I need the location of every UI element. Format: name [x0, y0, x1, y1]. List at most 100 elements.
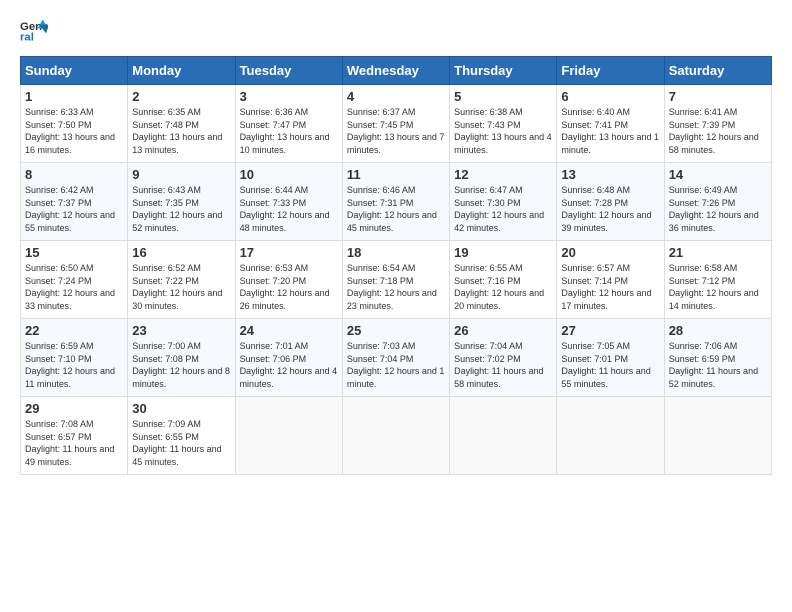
col-thursday: Thursday: [450, 57, 557, 85]
day-info: Sunrise: 6:41 AM Sunset: 7:39 PM Dayligh…: [669, 106, 767, 156]
day-cell: 19 Sunrise: 6:55 AM Sunset: 7:16 PM Dayl…: [450, 241, 557, 319]
col-friday: Friday: [557, 57, 664, 85]
day-cell: 10 Sunrise: 6:44 AM Sunset: 7:33 PM Dayl…: [235, 163, 342, 241]
day-cell: 5 Sunrise: 6:38 AM Sunset: 7:43 PM Dayli…: [450, 85, 557, 163]
day-info: Sunrise: 6:53 AM Sunset: 7:20 PM Dayligh…: [240, 262, 338, 312]
calendar-table: Sunday Monday Tuesday Wednesday Thursday…: [20, 56, 772, 475]
day-info: Sunrise: 6:36 AM Sunset: 7:47 PM Dayligh…: [240, 106, 338, 156]
empty-cell: [342, 397, 449, 475]
day-cell: 14 Sunrise: 6:49 AM Sunset: 7:26 PM Dayl…: [664, 163, 771, 241]
day-cell: 23 Sunrise: 7:00 AM Sunset: 7:08 PM Dayl…: [128, 319, 235, 397]
day-info: Sunrise: 6:42 AM Sunset: 7:37 PM Dayligh…: [25, 184, 123, 234]
day-cell: 22 Sunrise: 6:59 AM Sunset: 7:10 PM Dayl…: [21, 319, 128, 397]
day-number: 28: [669, 323, 767, 338]
day-number: 25: [347, 323, 445, 338]
day-cell: 24 Sunrise: 7:01 AM Sunset: 7:06 PM Dayl…: [235, 319, 342, 397]
empty-cell: [450, 397, 557, 475]
day-number: 24: [240, 323, 338, 338]
day-info: Sunrise: 7:00 AM Sunset: 7:08 PM Dayligh…: [132, 340, 230, 390]
day-cell: 13 Sunrise: 6:48 AM Sunset: 7:28 PM Dayl…: [557, 163, 664, 241]
day-cell: 16 Sunrise: 6:52 AM Sunset: 7:22 PM Dayl…: [128, 241, 235, 319]
day-info: Sunrise: 6:46 AM Sunset: 7:31 PM Dayligh…: [347, 184, 445, 234]
day-info: Sunrise: 7:06 AM Sunset: 6:59 PM Dayligh…: [669, 340, 767, 390]
day-cell: 20 Sunrise: 6:57 AM Sunset: 7:14 PM Dayl…: [557, 241, 664, 319]
empty-cell: [235, 397, 342, 475]
day-number: 10: [240, 167, 338, 182]
day-number: 17: [240, 245, 338, 260]
day-number: 4: [347, 89, 445, 104]
table-row: 1 Sunrise: 6:33 AM Sunset: 7:50 PM Dayli…: [21, 85, 772, 163]
day-info: Sunrise: 6:33 AM Sunset: 7:50 PM Dayligh…: [25, 106, 123, 156]
day-info: Sunrise: 6:50 AM Sunset: 7:24 PM Dayligh…: [25, 262, 123, 312]
logo-icon: Gene ral: [20, 16, 48, 44]
day-number: 6: [561, 89, 659, 104]
day-cell: 26 Sunrise: 7:04 AM Sunset: 7:02 PM Dayl…: [450, 319, 557, 397]
day-info: Sunrise: 6:59 AM Sunset: 7:10 PM Dayligh…: [25, 340, 123, 390]
table-row: 29 Sunrise: 7:08 AM Sunset: 6:57 PM Dayl…: [21, 397, 772, 475]
day-cell: 8 Sunrise: 6:42 AM Sunset: 7:37 PM Dayli…: [21, 163, 128, 241]
day-info: Sunrise: 6:57 AM Sunset: 7:14 PM Dayligh…: [561, 262, 659, 312]
day-cell: 4 Sunrise: 6:37 AM Sunset: 7:45 PM Dayli…: [342, 85, 449, 163]
day-info: Sunrise: 7:09 AM Sunset: 6:55 PM Dayligh…: [132, 418, 230, 468]
day-number: 30: [132, 401, 230, 416]
day-number: 20: [561, 245, 659, 260]
day-info: Sunrise: 7:03 AM Sunset: 7:04 PM Dayligh…: [347, 340, 445, 390]
day-cell: 11 Sunrise: 6:46 AM Sunset: 7:31 PM Dayl…: [342, 163, 449, 241]
day-info: Sunrise: 7:08 AM Sunset: 6:57 PM Dayligh…: [25, 418, 123, 468]
day-info: Sunrise: 6:38 AM Sunset: 7:43 PM Dayligh…: [454, 106, 552, 156]
day-info: Sunrise: 6:37 AM Sunset: 7:45 PM Dayligh…: [347, 106, 445, 156]
day-info: Sunrise: 6:55 AM Sunset: 7:16 PM Dayligh…: [454, 262, 552, 312]
day-number: 2: [132, 89, 230, 104]
day-cell: 7 Sunrise: 6:41 AM Sunset: 7:39 PM Dayli…: [664, 85, 771, 163]
day-info: Sunrise: 6:48 AM Sunset: 7:28 PM Dayligh…: [561, 184, 659, 234]
day-cell: 27 Sunrise: 7:05 AM Sunset: 7:01 PM Dayl…: [557, 319, 664, 397]
day-info: Sunrise: 6:35 AM Sunset: 7:48 PM Dayligh…: [132, 106, 230, 156]
col-wednesday: Wednesday: [342, 57, 449, 85]
day-number: 22: [25, 323, 123, 338]
day-cell: 30 Sunrise: 7:09 AM Sunset: 6:55 PM Dayl…: [128, 397, 235, 475]
day-cell: 29 Sunrise: 7:08 AM Sunset: 6:57 PM Dayl…: [21, 397, 128, 475]
day-number: 12: [454, 167, 552, 182]
header-row: Sunday Monday Tuesday Wednesday Thursday…: [21, 57, 772, 85]
day-cell: 25 Sunrise: 7:03 AM Sunset: 7:04 PM Dayl…: [342, 319, 449, 397]
day-info: Sunrise: 7:05 AM Sunset: 7:01 PM Dayligh…: [561, 340, 659, 390]
day-cell: 17 Sunrise: 6:53 AM Sunset: 7:20 PM Dayl…: [235, 241, 342, 319]
day-number: 21: [669, 245, 767, 260]
day-number: 5: [454, 89, 552, 104]
page-header: Gene ral: [20, 16, 772, 44]
logo: Gene ral: [20, 16, 52, 44]
day-cell: 9 Sunrise: 6:43 AM Sunset: 7:35 PM Dayli…: [128, 163, 235, 241]
day-cell: 15 Sunrise: 6:50 AM Sunset: 7:24 PM Dayl…: [21, 241, 128, 319]
day-cell: 21 Sunrise: 6:58 AM Sunset: 7:12 PM Dayl…: [664, 241, 771, 319]
day-number: 14: [669, 167, 767, 182]
day-number: 7: [669, 89, 767, 104]
day-number: 18: [347, 245, 445, 260]
day-cell: 2 Sunrise: 6:35 AM Sunset: 7:48 PM Dayli…: [128, 85, 235, 163]
day-number: 8: [25, 167, 123, 182]
day-number: 11: [347, 167, 445, 182]
col-sunday: Sunday: [21, 57, 128, 85]
empty-cell: [557, 397, 664, 475]
day-number: 9: [132, 167, 230, 182]
col-tuesday: Tuesday: [235, 57, 342, 85]
day-number: 27: [561, 323, 659, 338]
day-number: 26: [454, 323, 552, 338]
day-info: Sunrise: 6:44 AM Sunset: 7:33 PM Dayligh…: [240, 184, 338, 234]
day-number: 15: [25, 245, 123, 260]
table-row: 15 Sunrise: 6:50 AM Sunset: 7:24 PM Dayl…: [21, 241, 772, 319]
day-cell: 12 Sunrise: 6:47 AM Sunset: 7:30 PM Dayl…: [450, 163, 557, 241]
table-row: 8 Sunrise: 6:42 AM Sunset: 7:37 PM Dayli…: [21, 163, 772, 241]
day-number: 1: [25, 89, 123, 104]
empty-cell: [664, 397, 771, 475]
day-number: 13: [561, 167, 659, 182]
day-info: Sunrise: 6:43 AM Sunset: 7:35 PM Dayligh…: [132, 184, 230, 234]
col-monday: Monday: [128, 57, 235, 85]
day-cell: 3 Sunrise: 6:36 AM Sunset: 7:47 PM Dayli…: [235, 85, 342, 163]
table-row: 22 Sunrise: 6:59 AM Sunset: 7:10 PM Dayl…: [21, 319, 772, 397]
day-info: Sunrise: 6:54 AM Sunset: 7:18 PM Dayligh…: [347, 262, 445, 312]
day-number: 3: [240, 89, 338, 104]
day-cell: 28 Sunrise: 7:06 AM Sunset: 6:59 PM Dayl…: [664, 319, 771, 397]
day-number: 16: [132, 245, 230, 260]
day-number: 19: [454, 245, 552, 260]
day-info: Sunrise: 6:40 AM Sunset: 7:41 PM Dayligh…: [561, 106, 659, 156]
